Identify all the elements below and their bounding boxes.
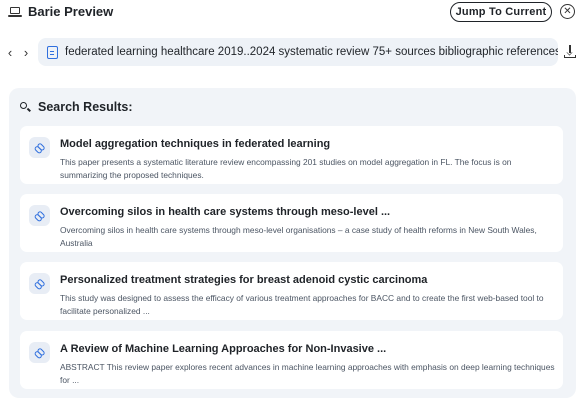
title-bar: Barie Preview Jump To Current ✕	[0, 0, 584, 28]
chevron-left-icon[interactable]: ‹	[4, 45, 16, 60]
link-icon	[29, 205, 50, 226]
app-title-group: Barie Preview	[8, 4, 113, 19]
laptop-icon	[8, 6, 22, 18]
address-bar[interactable]: federated learning healthcare 2019..2024…	[38, 38, 558, 66]
search-icon	[20, 102, 31, 112]
result-description: This paper presents a systematic literat…	[60, 157, 512, 180]
link-icon	[29, 273, 50, 294]
result-card[interactable]: Model aggregation techniques in federate…	[20, 126, 563, 184]
jump-to-current-button[interactable]: Jump To Current	[450, 2, 552, 22]
link-icon	[29, 137, 50, 158]
result-card[interactable]: Overcoming silos in health care systems …	[20, 194, 563, 252]
result-title[interactable]: Overcoming silos in health care systems …	[60, 206, 390, 218]
result-title[interactable]: Personalized treatment strategies for br…	[60, 274, 427, 286]
app-title: Barie Preview	[28, 4, 114, 19]
result-card[interactable]: Personalized treatment strategies for br…	[20, 262, 563, 320]
download-icon[interactable]	[564, 45, 576, 59]
result-description: Overcoming silos in health care systems …	[60, 225, 537, 248]
address-text[interactable]: federated learning healthcare 2019..2024…	[65, 46, 558, 58]
result-title[interactable]: A Review of Machine Learning Approaches …	[60, 343, 386, 355]
result-title[interactable]: Model aggregation techniques in federate…	[60, 138, 330, 150]
results-title: Search Results:	[38, 100, 133, 114]
results-header: Search Results:	[20, 100, 132, 114]
chevron-right-icon[interactable]: ›	[20, 45, 32, 60]
result-description: ABSTRACT This review paper explores rece…	[60, 362, 555, 385]
result-description: This study was designed to assess the ef…	[60, 293, 544, 316]
result-card[interactable]: A Review of Machine Learning Approaches …	[20, 331, 563, 389]
navigation-bar: ‹ › federated learning healthcare 2019..…	[0, 37, 584, 69]
link-icon	[29, 342, 50, 363]
search-results-panel: Search Results: Model aggregation techni…	[9, 88, 576, 398]
close-icon[interactable]: ✕	[560, 4, 575, 19]
document-icon	[47, 45, 58, 59]
